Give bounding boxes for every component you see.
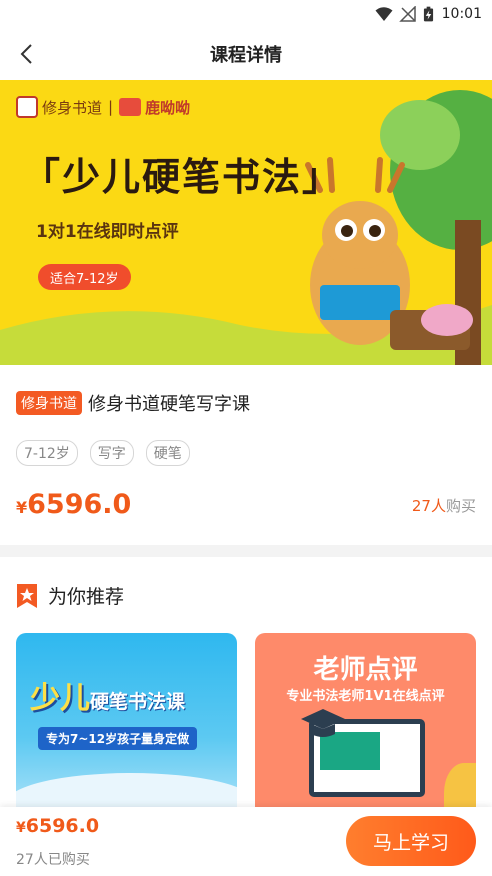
headline-open-bracket: 「 [22,155,63,199]
price-symbol: ¥ [16,498,28,517]
brand-tag: 修身书道 [16,391,82,415]
wifi-icon [375,7,393,21]
section-divider [0,545,492,557]
partner-logo-icon [119,98,142,116]
recommend-title: 为你推荐 [48,586,125,608]
buyer-number: 27人 [411,497,446,515]
banner-headline: 「少儿硬笔书法」 [22,146,342,201]
chip-pen: 硬笔 [145,440,190,466]
nav-bar: 课程详情 [0,28,492,80]
course-price: ¥6596.0 [16,489,131,520]
card1-title: 少儿硬笔书法课 [30,673,185,717]
buyer-label: 购买 [445,497,476,515]
card1-ribbon: 专为7~12岁孩子量身定做 [38,727,198,750]
status-time: 10:01 [441,6,482,22]
price-amount: 6596.0 [27,489,132,520]
headline-text: 少儿硬笔书法 [62,155,303,199]
back-button[interactable] [12,40,40,68]
age-badge: 适合7-12岁 [38,264,131,290]
brand-logo-icon [16,96,38,118]
chip-age: 7-12岁 [16,440,78,466]
chip-writing: 写字 [89,440,134,466]
buyer-count: 27人购买 [412,495,476,516]
chevron-left-icon [20,44,32,64]
bookmark-star-icon [17,583,37,608]
battery-charging-icon [423,6,433,22]
course-title-row: 修身书道 修身书道硬笔写字课 [16,390,250,416]
bottom-buyers: 27人已购买 [16,852,90,868]
recommend-header: 为你推荐 [16,582,124,609]
brand-right: 鹿呦呦 [145,98,191,117]
graduation-cap-icon [301,709,345,737]
headline-close-bracket: 」 [302,155,343,199]
bottom-price-symbol: ¥ [16,820,26,836]
recommend-card-teacher[interactable]: 老师点评 专业书法老师1V1在线点评 [255,633,476,823]
recommend-card-calligraphy[interactable]: 少儿硬笔书法课 专为7~12岁孩子量身定做 [16,633,237,823]
course-banner: 修身书道 | 鹿呦呦 「少儿硬笔书法」 1对1在线即时点评 适合7-12岁 [0,80,492,365]
bottom-price-amount: 6596.0 [25,815,100,837]
brand-row: 修身书道 | 鹿呦呦 [16,96,190,118]
bottom-bar: ¥6596.0 27人已购买 马上学习 [0,807,492,876]
no-signal-icon [398,6,416,22]
card2-title: 老师点评 [313,655,418,685]
course-detail-page: 10:01 课程详情 修身书道 | 鹿呦呦 「少儿硬笔书法」 1对1在线即时点评… [0,0,492,876]
card1-title-a: 少儿 [30,681,90,716]
course-title: 修身书道硬笔写字课 [88,394,250,415]
bottom-price: ¥6596.0 [16,815,99,837]
recommend-section: 为你推荐 少儿硬笔书法课 专为7~12岁孩子量身定做 老师点评 专业书法老师1V… [0,557,492,823]
brand-left: 修身书道 [42,98,103,117]
page-title: 课程详情 [210,45,282,66]
banner-subtitle: 1对1在线即时点评 [36,222,179,242]
status-bar: 10:01 [0,0,492,28]
tag-chips: 7-12岁 写字 硬笔 [16,440,190,466]
brand-divider: | [108,98,114,116]
start-learning-button[interactable]: 马上学习 [346,816,476,866]
card1-title-b: 硬笔书法课 [90,691,186,713]
recommend-cards: 少儿硬笔书法课 专为7~12岁孩子量身定做 老师点评 专业书法老师1V1在线点评 [16,633,476,823]
course-info: 修身书道 修身书道硬笔写字课 7-12岁 写字 硬笔 ¥6596.0 27人购买 [0,365,492,545]
card2-subtitle: 专业书法老师1V1在线点评 [286,689,445,704]
